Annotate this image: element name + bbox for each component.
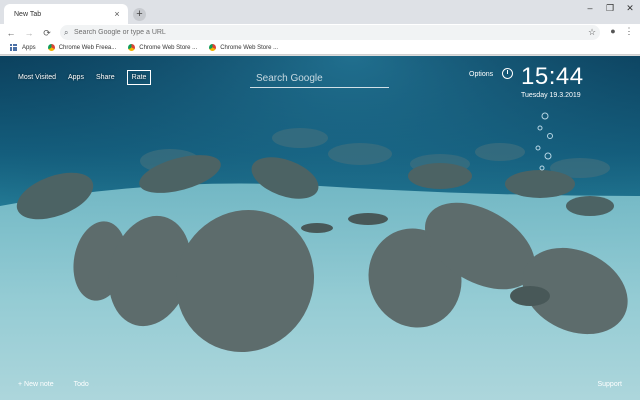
clock-icon[interactable] bbox=[502, 68, 513, 79]
new-tab-button[interactable]: + bbox=[133, 8, 146, 21]
google-search-box[interactable] bbox=[250, 68, 389, 88]
bookmark-chrome-web-store-1[interactable]: Chrome Web Store ... bbox=[128, 44, 197, 51]
tab-strip: New Tab × + – ❐ ✕ bbox=[0, 0, 640, 24]
new-tab-page: Most Visited Apps Share Rate Options 15:… bbox=[0, 56, 640, 400]
search-icon: ⌕ bbox=[64, 27, 69, 37]
support-link[interactable]: Support bbox=[597, 381, 622, 388]
chrome-icon bbox=[47, 44, 55, 51]
bookmark-label: Chrome Web Store ... bbox=[220, 44, 279, 51]
profile-icon[interactable]: ● bbox=[608, 26, 618, 37]
close-icon[interactable]: × bbox=[112, 9, 122, 19]
bookmark-label: Chrome Web Freea... bbox=[58, 44, 117, 51]
bookmark-chrome-web-freea[interactable]: Chrome Web Freea... bbox=[47, 44, 117, 51]
rate-button[interactable]: Rate bbox=[126, 70, 152, 85]
bookmark-apps[interactable]: Apps bbox=[10, 44, 36, 51]
share-link[interactable]: Share bbox=[96, 74, 115, 81]
chrome-icon bbox=[128, 44, 136, 51]
todo-button[interactable]: Todo bbox=[74, 381, 89, 388]
reload-icon[interactable]: ⟳ bbox=[40, 26, 54, 40]
minimize-icon[interactable]: – bbox=[580, 0, 600, 16]
tab-title: New Tab bbox=[14, 10, 42, 18]
most-visited-link[interactable]: Most Visited bbox=[18, 74, 56, 81]
window-controls: – ❐ ✕ bbox=[580, 0, 640, 18]
omnibox[interactable]: ⌕ ☆ bbox=[60, 25, 600, 40]
bookmarks-bar: Apps Chrome Web Freea... Chrome Web Stor… bbox=[0, 41, 640, 55]
menu-icon[interactable]: ⋮ bbox=[624, 26, 634, 37]
google-search-input[interactable] bbox=[250, 69, 389, 88]
restore-icon[interactable]: ❐ bbox=[600, 0, 620, 16]
options-link[interactable]: Options bbox=[469, 71, 493, 78]
bookmark-chrome-web-store-2[interactable]: Chrome Web Store ... bbox=[209, 44, 278, 51]
tab-new-tab[interactable]: New Tab × bbox=[4, 4, 128, 24]
bookmark-star-icon[interactable]: ☆ bbox=[588, 27, 600, 38]
apps-link[interactable]: Apps bbox=[68, 74, 84, 81]
manatee-background-image bbox=[0, 56, 640, 400]
forward-icon[interactable]: → bbox=[22, 26, 36, 40]
omnibox-input[interactable] bbox=[74, 29, 588, 36]
bookmark-label: Apps bbox=[22, 44, 36, 51]
clock-date: Tuesday 19.3.2019 bbox=[521, 92, 581, 99]
back-icon[interactable]: ← bbox=[4, 26, 18, 40]
newtab-top-nav: Most Visited Apps Share Rate bbox=[18, 70, 152, 85]
browser-toolbar: ← → ⟳ ⌕ ☆ ● ⋮ bbox=[0, 24, 640, 41]
bookmark-label: Chrome Web Store ... bbox=[139, 44, 198, 51]
bottom-left-links: + New note Todo bbox=[18, 381, 89, 388]
apps-grid-icon bbox=[10, 44, 18, 51]
new-note-button[interactable]: + New note bbox=[18, 381, 54, 388]
chrome-icon bbox=[209, 44, 217, 51]
window-close-icon[interactable]: ✕ bbox=[620, 0, 640, 16]
clock-time: 15:44 bbox=[521, 63, 584, 90]
